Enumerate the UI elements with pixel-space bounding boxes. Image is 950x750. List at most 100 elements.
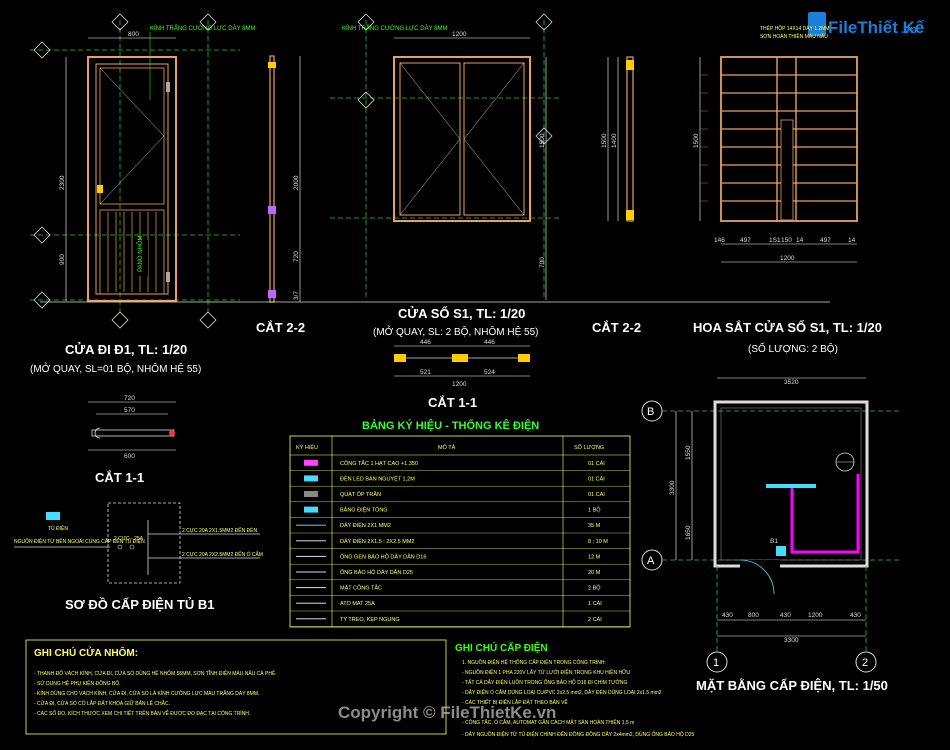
grille-dim-b6: 14	[848, 237, 856, 244]
legend-table: KÝ HIỆU MÔ TẢ SỐ LƯỢNG CÔNG TẮC 1 HẠT CA…	[289, 435, 631, 628]
window-section-dim-a: 1500	[601, 133, 608, 148]
grille-title: HOA SẮT CỬA SỔ S1, TL: 1/20	[693, 320, 882, 335]
window-section-11-title: CẮT 1-1	[428, 395, 477, 410]
notes-elec-line-2: - TẤT CẢ DÂY ĐIỆN LUỒN TRONG ỐNG BẢO HỘ …	[462, 678, 627, 686]
legend-row-qty: 2 BỘ	[588, 585, 601, 592]
window-11-dim-t0: 446	[420, 339, 431, 346]
plan-dim-b4: 430	[850, 612, 861, 619]
logo-suffix: .vn	[901, 24, 917, 36]
door-11-dim-a: 720	[124, 395, 135, 402]
plan-dim-bottom-total: 3300	[784, 637, 799, 644]
plan-dim-b0: 430	[722, 612, 733, 619]
plan-grid-2: 2	[862, 657, 868, 669]
grille-dim-b1: 497	[740, 237, 751, 244]
notes-alu-line-3: - CỬA ĐI, CỬA SỔ CÓ LẮP ĐẶT KHÓA GIỮ BẢN…	[34, 699, 170, 707]
grille-dim-b3: 150	[781, 237, 792, 244]
power-schematic: TỦ ĐIỆN 2 CỰC - 25A NGUỒN ĐIỆN TỪ BÊN NG…	[14, 502, 263, 584]
legend-symbol-icon	[304, 475, 318, 482]
door-panel-label: PANO NHÔM	[137, 235, 144, 272]
legend-row-qty: 01 CÁI	[588, 491, 605, 498]
legend-header-qty: SỐ LƯỢNG	[574, 444, 604, 451]
legend-header-symbol: KÝ HIỆU	[296, 443, 318, 451]
schematic-input: NGUỒN ĐIỆN TỪ BÊN NGOÀI CUNG CẤP ĐẾN TỦ …	[14, 537, 145, 545]
legend-symbol-icon	[296, 571, 326, 573]
legend-header-desc: MÔ TẢ	[438, 444, 456, 451]
legend-row-qty: 01 CÁI	[588, 475, 605, 482]
grille-note-b: SƠN HOÀN THIỆN MÀU NÂU	[760, 32, 828, 40]
legend-row-desc: CÔNG TẮC 1 HẠT CAO +1.350	[340, 459, 418, 467]
grille-dim-b0: 146	[714, 237, 725, 244]
window-section-dim-b: 1400	[611, 133, 618, 148]
door-section-2-2: 2000 720 3/7	[268, 55, 301, 303]
floor-plan: 3520 B A 3300 1550 1650 B1 430 800 430 1…	[641, 377, 900, 673]
legend-row-desc: MẶT CÔNG TẮC	[340, 584, 382, 592]
legend-row-desc: ỐNG BẢO HỘ DÂY DẪN D25	[340, 569, 413, 576]
grille-subtitle: (SỐ LƯỢNG: 2 BỘ)	[748, 341, 838, 355]
legend-symbol-icon	[304, 459, 318, 466]
legend-title: BẢNG KÝ HIỆU - THỐNG KÊ ĐIỆN	[362, 418, 539, 432]
schematic-out-a: 2 CỰC 20A 2X1.5MM2 ĐẾN ĐÈN	[182, 527, 258, 534]
notes-alu-line-4: - CÁC SỐ ĐO, KÍCH THƯỚC XEM CHI TIẾT TRÊ…	[34, 709, 250, 717]
schematic-title: SƠ ĐỒ CẤP ĐIỆN TỦ B1	[65, 597, 215, 612]
legend-symbol-icon	[304, 491, 318, 497]
legend-symbol-icon	[296, 555, 326, 557]
legend-symbol-icon	[296, 618, 326, 620]
plan-dim-left-total: 3300	[669, 480, 676, 495]
legend-row-qty: 20 M	[588, 570, 601, 576]
legend-row-desc: TY TREO, KẸP NGUNG	[340, 617, 400, 623]
legend-row-qty: 1 BỘ	[588, 507, 601, 514]
plan-panel-icon	[776, 546, 786, 556]
plan-dim-left-a: 1550	[685, 445, 692, 460]
schematic-box-label: TỦ ĐIỆN	[48, 524, 68, 532]
window-11-dim-b0: 521	[420, 369, 431, 376]
plan-dim-b3: 1200	[808, 612, 823, 619]
window-section-2-2: 1500 1400	[601, 56, 634, 222]
legend-symbol-icon	[296, 587, 326, 589]
legend-row-qty: 2 CÁI	[588, 616, 602, 623]
legend-symbol-icon	[304, 506, 318, 513]
door-title: CỬA ĐI Đ1, TL: 1/20	[65, 342, 187, 357]
legend-row-qty: 8 ; 10 M	[588, 539, 608, 545]
led-lamp-icon	[766, 484, 816, 488]
door-section-dim-c: 3/7	[293, 291, 300, 300]
legend-row-qty: 12 M	[588, 554, 601, 560]
schematic-out-b: 2 CỰC 20A 2X2.5MM2 ĐẾN Ổ CẮM	[182, 550, 263, 558]
legend-row-desc: ĐÈN LED BÁN NGUYỆT 1,2M	[340, 474, 415, 482]
window-11-dim-total: 1200	[452, 381, 467, 388]
notes-elec-line-3: - DÂY ĐIỆN Ổ CẮM DÙNG LOẠI CU/PVC 2x2.5 …	[462, 688, 662, 696]
notes-elec-title: GHI CHÚ CẤP ĐIỆN	[455, 641, 548, 654]
plan-grid-1: 1	[713, 657, 719, 669]
notes-alu-line-0: - THANH ĐỐ VÁCH KÍNH, CỬA ĐI, CỬA SỔ DÙN…	[34, 669, 277, 677]
legend-row-qty: 1 CÁI	[588, 600, 602, 607]
door-section-1-1: 720 570 600	[88, 395, 176, 460]
cad-drawing: FileThiết Kế .vn PANO NHÔM 800 2300 900 …	[0, 0, 950, 750]
door-section-dim-a: 2000	[293, 175, 300, 190]
legend-row-desc: DÂY ĐIỆN 2X1 MM2	[340, 521, 391, 529]
notes-electric: GHI CHÚ CẤP ĐIỆN 1. NGUỒN ĐIỆN HỆ THỐNG …	[455, 641, 694, 738]
grille-note-a: THÉP HỘP 14X14 DÀY 1.2MM	[760, 25, 829, 32]
legend-row-desc: BẢNG ĐIỆN TỔNG	[340, 506, 388, 514]
plan-dim-b1: 800	[748, 612, 759, 619]
copyright-watermark: Copyright © FileThietKe.vn	[338, 703, 556, 722]
legend-row-qty: 35 M	[588, 523, 601, 529]
legend-row-desc: QUẠT ỐP TRẦN	[340, 491, 381, 498]
window-title: CỬA SỔ S1, TL: 1/20	[398, 306, 525, 321]
door-dim-width: 800	[128, 31, 139, 38]
door-dim-lower: 900	[59, 254, 66, 265]
legend-row-desc: ỐNG GEN BẢO HỘ DÂY DẪN D16	[340, 553, 426, 560]
notes-alu-line-2: - KÍNH DÙNG CHO VÁCH KÍNH, CỬA ĐI, CỬA S…	[34, 689, 259, 697]
panel-icon	[46, 512, 60, 520]
window-section-title: CẮT 2-2	[592, 320, 641, 335]
window-dim-width: 1200	[452, 31, 467, 38]
legend-row-qty: 01 CÁI	[588, 460, 605, 467]
door-subtitle: (MỞ QUAY, SL=01 BỘ, NHÔM HỆ 55)	[30, 362, 201, 375]
notes-alu-line-1: - SỬ DỤNG HỆ PHỤ KIỆN ĐỒNG BỘ.	[34, 679, 121, 687]
grille-dim-b2: 1S1	[769, 237, 781, 244]
door-section-title: CẮT 2-2	[256, 320, 305, 335]
window-subtitle: (MỞ QUAY, SL: 2 BỘ, NHÔM HỆ 55)	[373, 325, 538, 338]
window-section-1-1: 446 446 521 524 1200	[394, 339, 530, 388]
grille-dim-side: 1500	[693, 133, 700, 148]
door-11-dim-b: 570	[124, 407, 135, 414]
plan-title: MẶT BẰNG CẤP ĐIỆN, TL: 1/50	[696, 678, 888, 693]
grille-dim-b5: 497	[820, 237, 831, 244]
